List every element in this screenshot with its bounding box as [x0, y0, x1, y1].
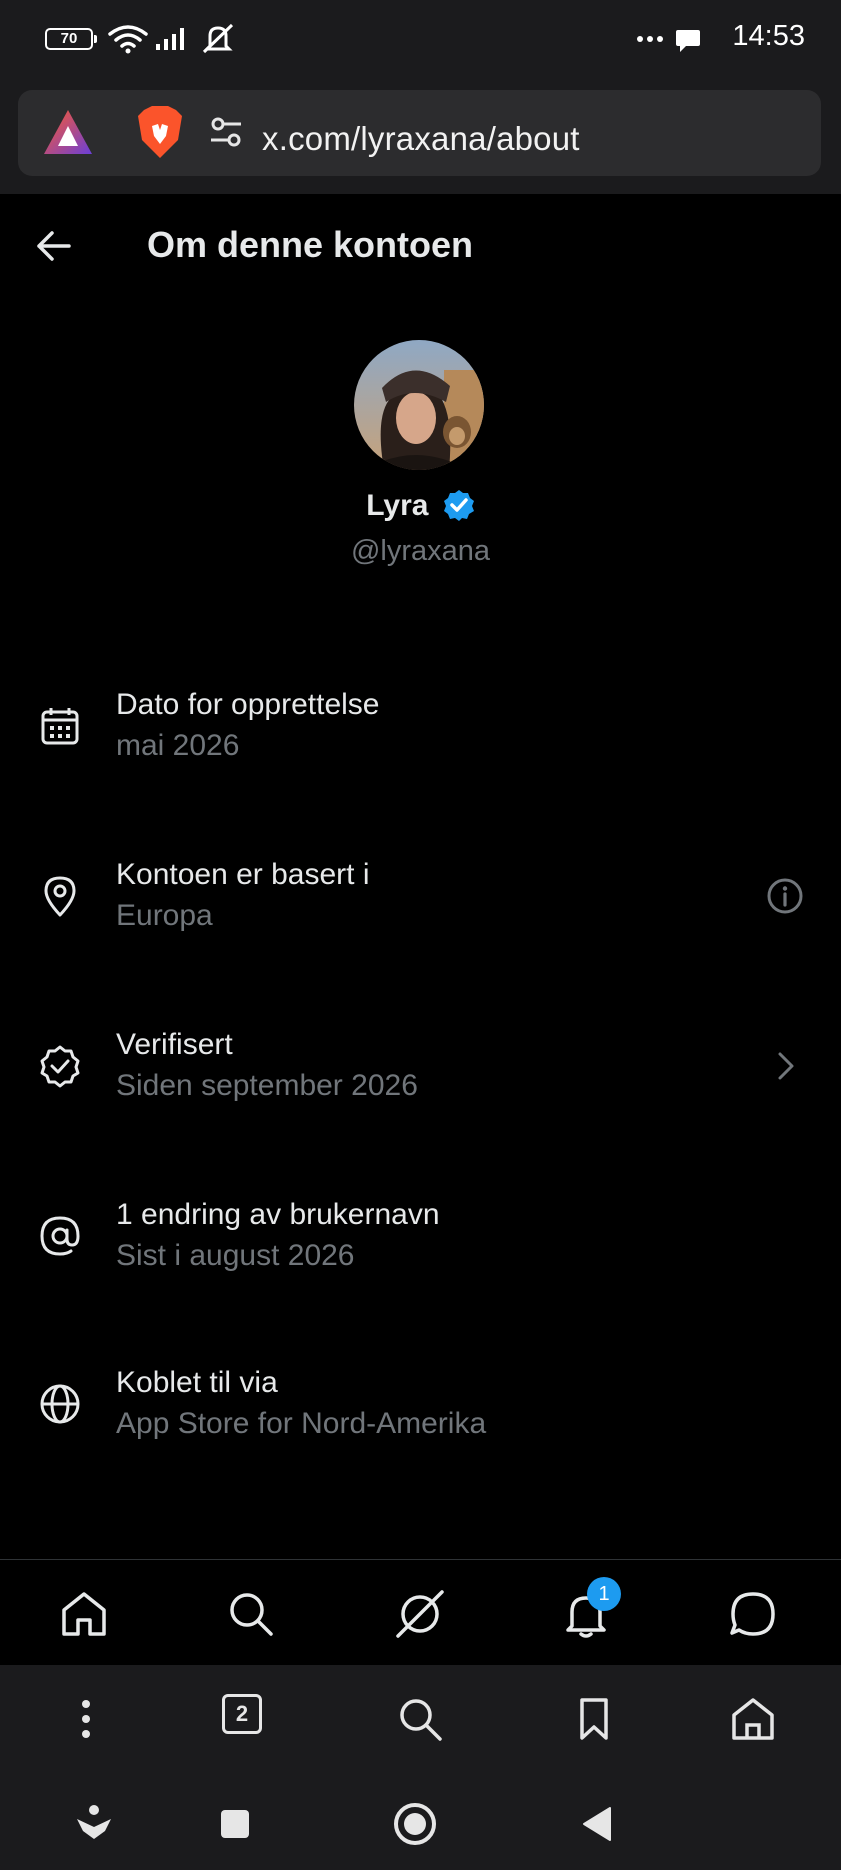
url-bar[interactable]: x.com/lyraxana/about [18, 90, 821, 176]
info-row-username-changes: 1 endring av brukernavn Sist i august 20… [0, 1182, 841, 1302]
system-nav-bar [0, 1773, 841, 1870]
verified-badge-icon[interactable] [443, 489, 475, 521]
row-label: Dato for opprettelse [116, 688, 380, 721]
brave-rewards-icon[interactable] [42, 108, 94, 156]
battery-indicator: 70 [45, 28, 97, 50]
recents-square-icon[interactable] [219, 1808, 251, 1840]
globe-icon [40, 1384, 80, 1424]
info-icon[interactable] [765, 876, 805, 916]
home-icon[interactable] [58, 1588, 110, 1640]
info-row-created: Dato for opprettelse mai 2026 [0, 672, 841, 792]
chat-bubble-icon [676, 30, 700, 52]
tab-count-icon[interactable]: 2 [222, 1694, 262, 1734]
row-label: Verifisert [116, 1028, 233, 1061]
page-title: Om denne kontoen [147, 224, 474, 265]
search-icon[interactable] [396, 1695, 444, 1743]
home-icon[interactable] [729, 1695, 777, 1743]
assistant-icon[interactable] [74, 1803, 114, 1843]
notification-badge: 1 [587, 1577, 621, 1611]
menu-dots-icon[interactable] [62, 1695, 110, 1743]
chevron-right-icon[interactable] [765, 1046, 805, 1086]
brave-lion-icon[interactable] [136, 104, 184, 160]
browser-toolbar [0, 1665, 841, 1773]
tab-bar [0, 1560, 841, 1665]
home-circle-icon[interactable] [392, 1801, 438, 1847]
info-row-connected-via: Koblet til via App Store for Nord-Amerik… [0, 1350, 841, 1470]
mute-icon [202, 23, 234, 54]
avatar[interactable] [354, 340, 484, 470]
info-row-verified[interactable]: Verifisert Siden september 2026 [0, 1012, 841, 1132]
url-text[interactable]: x.com/lyraxana/about [262, 120, 580, 158]
search-icon[interactable] [225, 1588, 277, 1640]
clock: 14:53 [732, 20, 805, 52]
grok-icon[interactable] [394, 1588, 446, 1640]
row-value: Sist i august 2026 [116, 1239, 355, 1272]
at-sign-icon [40, 1216, 80, 1256]
more-dots-icon [637, 36, 663, 42]
row-label: Kontoen er basert i [116, 858, 370, 891]
status-bar: 70 14:53 [0, 0, 841, 82]
row-value: Siden september 2026 [116, 1069, 418, 1102]
calendar-icon [41, 708, 79, 745]
wifi-icon [108, 25, 148, 54]
browser-bar: x.com/lyraxana/about [0, 82, 841, 194]
row-value: Europa [116, 899, 213, 932]
location-pin-icon [44, 876, 76, 917]
bookmark-icon[interactable] [570, 1695, 618, 1743]
info-row-based-in: Kontoen er basert i Europa [0, 842, 841, 962]
signal-icon [156, 28, 184, 50]
profile-name: Lyra [366, 489, 429, 522]
profile-name-row: Lyra [0, 489, 841, 523]
messages-icon[interactable] [727, 1588, 779, 1640]
profile-handle: @lyraxana [350, 535, 491, 567]
verified-badge-icon [40, 1045, 80, 1088]
row-value: mai 2026 [116, 729, 240, 762]
row-label: 1 endring av brukernavn [116, 1198, 440, 1231]
arrow-left-icon[interactable] [36, 230, 72, 262]
back-triangle-icon[interactable] [580, 1806, 614, 1842]
row-value: App Store for Nord-Amerika [116, 1407, 487, 1440]
site-settings-icon[interactable] [208, 114, 244, 150]
row-label: Koblet til via [116, 1366, 278, 1399]
